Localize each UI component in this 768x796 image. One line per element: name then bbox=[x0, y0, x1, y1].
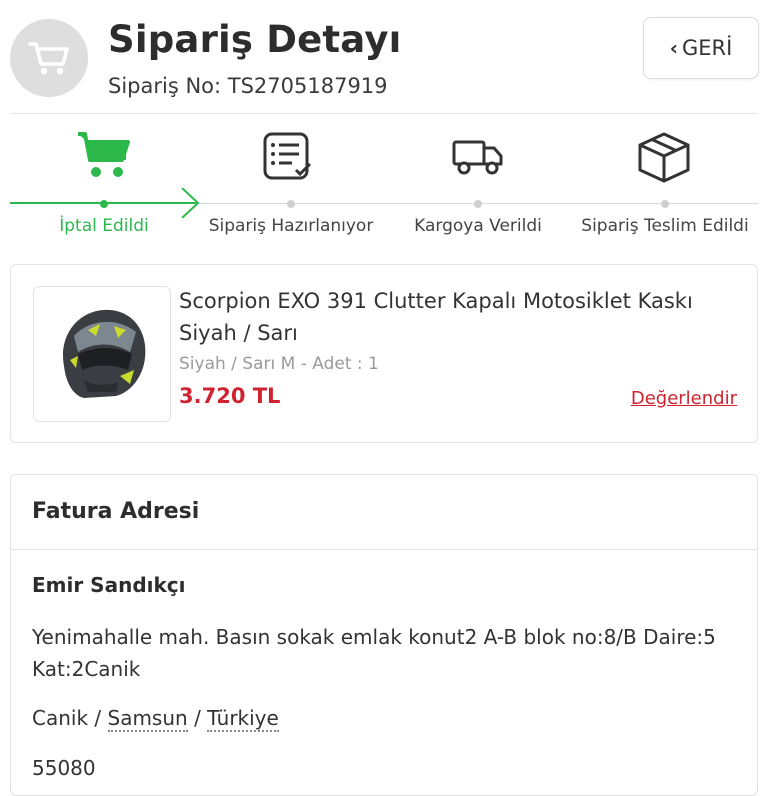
product-name[interactable]: Scorpion EXO 391 Clutter Kapalı Motosikl… bbox=[179, 285, 739, 349]
address-name: Emir Sandıkçı bbox=[32, 573, 186, 597]
address-district: Canik bbox=[32, 706, 89, 730]
truck-icon bbox=[452, 140, 503, 175]
step-dot-active bbox=[100, 200, 108, 208]
address-separator: / bbox=[187, 706, 208, 730]
cart-icon bbox=[78, 132, 130, 177]
chevron-left-icon: ‹ bbox=[669, 36, 678, 60]
cart-icon bbox=[28, 42, 69, 75]
avatar bbox=[10, 19, 88, 97]
order-number: Sipariş No: TS2705187919 bbox=[108, 74, 388, 98]
address-separator: / bbox=[88, 706, 108, 730]
step-label-shipped: Kargoya Verildi bbox=[414, 216, 542, 236]
step-label-cancelled: İptal Edildi bbox=[59, 216, 149, 236]
billing-address-card: Fatura Adresi Emir Sandıkçı Yenimahalle … bbox=[10, 474, 758, 796]
back-button[interactable]: ‹ GERİ bbox=[643, 17, 759, 79]
step-label-delivered: Sipariş Teslim Edildi bbox=[581, 216, 749, 236]
address-location: Canik / Samsun / Türkiye bbox=[32, 706, 279, 732]
checklist-icon bbox=[263, 132, 312, 180]
step-dot bbox=[661, 200, 669, 208]
card-divider bbox=[11, 549, 757, 550]
step-dot bbox=[474, 200, 482, 208]
step-dot bbox=[287, 200, 295, 208]
address-line: Yenimahalle mah. Basın sokak emlak konut… bbox=[32, 625, 716, 681]
order-status-steps: İptal Edildi Sipariş Hazırlanıyor Kargoy… bbox=[0, 118, 768, 268]
page-title: Sipariş Detayı bbox=[108, 18, 402, 61]
back-button-label: GERİ bbox=[681, 36, 733, 60]
header-divider bbox=[10, 113, 758, 114]
product-price: 3.720 TL bbox=[179, 384, 281, 408]
billing-address-title: Fatura Adresi bbox=[32, 499, 200, 524]
box-icon bbox=[638, 132, 690, 183]
rate-link[interactable]: Değerlendir bbox=[631, 388, 737, 409]
address-city: Samsun bbox=[107, 706, 188, 732]
helmet-image bbox=[63, 309, 146, 398]
product-variant: Siyah / Sarı M - Adet : 1 bbox=[179, 354, 379, 374]
page-header: Sipariş Detayı Sipariş No: TS2705187919 … bbox=[0, 0, 768, 112]
address-country: Türkiye bbox=[207, 706, 279, 732]
address-postal-code: 55080 bbox=[32, 756, 96, 780]
product-image[interactable] bbox=[33, 286, 171, 422]
product-card: Scorpion EXO 391 Clutter Kapalı Motosikl… bbox=[10, 264, 758, 443]
step-label-preparing: Sipariş Hazırlanıyor bbox=[208, 216, 374, 236]
